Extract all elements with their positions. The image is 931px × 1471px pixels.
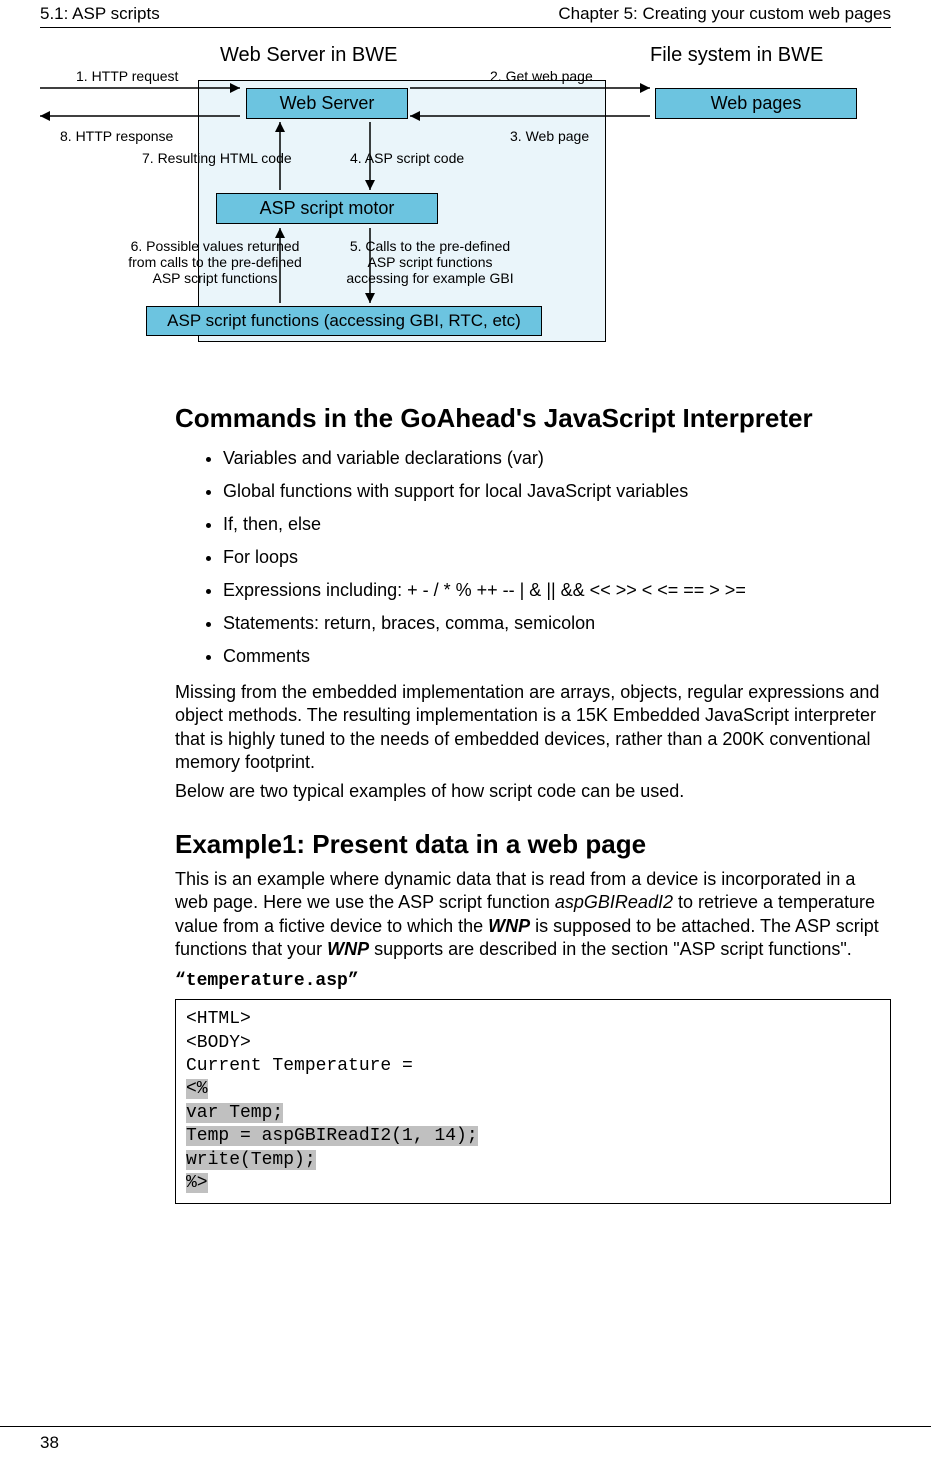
header-left: 5.1: ASP scripts	[40, 4, 160, 24]
header-right: Chapter 5: Creating your custom web page…	[558, 4, 891, 24]
code-line-asp: <%	[186, 1079, 208, 1099]
list-item: For loops	[223, 541, 891, 574]
code-line: Current Temperature =	[186, 1056, 413, 1076]
page-footer: 38	[0, 1426, 931, 1453]
architecture-diagram: Web Server in BWE File system in BWE Web…	[40, 38, 891, 378]
page-number: 38	[40, 1433, 59, 1452]
intro-text: supports are described in the section "A…	[369, 939, 852, 959]
list-item: If, then, else	[223, 508, 891, 541]
commands-list: Variables and variable declarations (var…	[175, 442, 891, 673]
para-missing: Missing from the embedded implementation…	[175, 681, 891, 775]
list-item: Statements: return, braces, comma, semic…	[223, 607, 891, 640]
diagram-arrows	[40, 38, 900, 378]
code-line-asp: write(Temp);	[186, 1150, 316, 1170]
code-line-asp: var Temp;	[186, 1103, 283, 1123]
heading-example1: Example1: Present data in a web page	[175, 830, 891, 860]
list-item: Variables and variable declarations (var…	[223, 442, 891, 475]
code-line-asp: %>	[186, 1173, 208, 1193]
wnp-ref: WNP	[488, 916, 530, 936]
code-block: <HTML> <BODY> Current Temperature = <% v…	[175, 999, 891, 1204]
heading-commands: Commands in the GoAhead's JavaScript Int…	[175, 404, 891, 434]
fn-name: aspGBIReadI2	[555, 892, 673, 912]
code-line-asp: Temp = aspGBIReadI2(1, 14);	[186, 1126, 478, 1146]
page-header: 5.1: ASP scripts Chapter 5: Creating you…	[40, 0, 891, 28]
code-line: <BODY>	[186, 1033, 251, 1053]
example1-intro: This is an example where dynamic data th…	[175, 868, 891, 962]
wnp-ref: WNP	[327, 939, 369, 959]
code-filename: “temperature.asp”	[175, 971, 891, 991]
code-line: <HTML>	[186, 1009, 251, 1029]
list-item: Comments	[223, 640, 891, 673]
list-item: Expressions including: + - / * % ++ -- |…	[223, 574, 891, 607]
para-examples: Below are two typical examples of how sc…	[175, 780, 891, 803]
list-item: Global functions with support for local …	[223, 475, 891, 508]
page-content: Commands in the GoAhead's JavaScript Int…	[175, 404, 891, 1204]
